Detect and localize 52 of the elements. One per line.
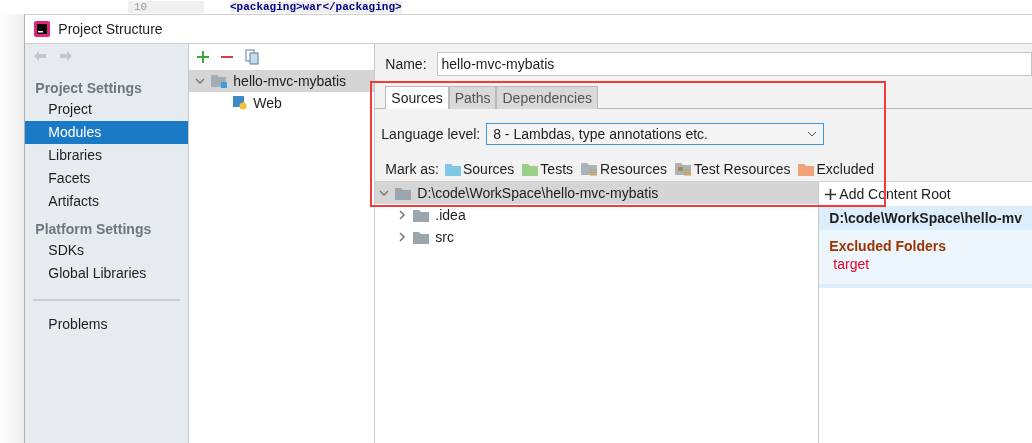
app-logo-icon	[34, 21, 51, 37]
chevron-down-icon[interactable]	[195, 76, 206, 86]
folder-label: D:\code\WorkSpace\hello-mvc-mybatis	[417, 185, 659, 201]
chevron-down-icon[interactable]	[379, 188, 390, 198]
name-label: Name:	[385, 56, 427, 72]
tree-row[interactable]: D:\code\WorkSpace\hello-mvc-mybatis	[375, 182, 819, 204]
tree-row[interactable]: Web	[189, 92, 375, 114]
chevron-right-icon[interactable]	[397, 210, 408, 220]
content-root-path: D:\code\WorkSpace\hello-mv	[819, 206, 1032, 230]
sidebar-item[interactable]: Artifacts	[25, 190, 189, 213]
mark-as-option[interactable]: Test Resources	[693, 161, 791, 177]
language-level-label: Language level:	[381, 126, 481, 142]
module-folder-icon	[211, 74, 228, 88]
folder-label: .idea	[435, 207, 466, 223]
excluded-folders-heading: Excluded Folders	[829, 238, 947, 254]
module-name: hello-mvc-mybatis	[233, 73, 347, 89]
mark-as-option[interactable]: Sources	[463, 161, 515, 177]
sidebar-item[interactable]: Global Libraries	[25, 262, 189, 285]
folder-icon	[395, 186, 412, 200]
tree-row[interactable]: hello-mvc-mybatis	[189, 70, 375, 92]
line-number: 10	[128, 1, 204, 13]
sidebar-item[interactable]: Project	[25, 98, 189, 121]
section-heading: Platform Settings	[34, 220, 153, 239]
language-level-dropdown[interactable]: 8 - Lambdas, type annotations etc.	[486, 123, 825, 145]
window-title: Project Structure	[58, 21, 163, 37]
mark-as-option[interactable]: Excluded	[816, 161, 875, 177]
caret-icon	[807, 131, 818, 137]
tab[interactable]: Sources	[385, 86, 449, 109]
tab[interactable]: Paths	[448, 86, 497, 109]
web-facet-icon	[233, 96, 248, 110]
sidebar-item[interactable]: Problems	[25, 313, 189, 336]
plus-icon	[825, 188, 837, 200]
section-heading: Project Settings	[34, 79, 143, 98]
sidebar-item[interactable]: Facets	[25, 167, 189, 190]
excluded-folder[interactable]: target	[829, 256, 1022, 272]
name-field[interactable]: hello-mvc-mybatis	[436, 52, 1032, 76]
facet-name: Web	[253, 95, 282, 111]
copy-icon[interactable]	[245, 49, 260, 65]
sidebar-item[interactable]: Libraries	[25, 144, 189, 167]
tree-row[interactable]: src	[375, 226, 819, 248]
folder-label: src	[435, 229, 454, 245]
folder-icon	[413, 230, 430, 244]
mark-as-option[interactable]: Tests	[540, 161, 574, 177]
mark-as-option[interactable]: Resources	[600, 161, 667, 177]
sidebar-item[interactable]: Modules	[25, 121, 189, 144]
mark-as-label: Mark as:	[385, 161, 439, 177]
tree-row[interactable]: .idea	[375, 204, 819, 226]
add-icon[interactable]	[197, 51, 210, 63]
sidebar-item[interactable]: SDKs	[25, 239, 189, 262]
chevron-right-icon[interactable]	[397, 232, 408, 242]
tab[interactable]: Dependencies	[496, 86, 598, 109]
folder-icon	[413, 208, 430, 222]
